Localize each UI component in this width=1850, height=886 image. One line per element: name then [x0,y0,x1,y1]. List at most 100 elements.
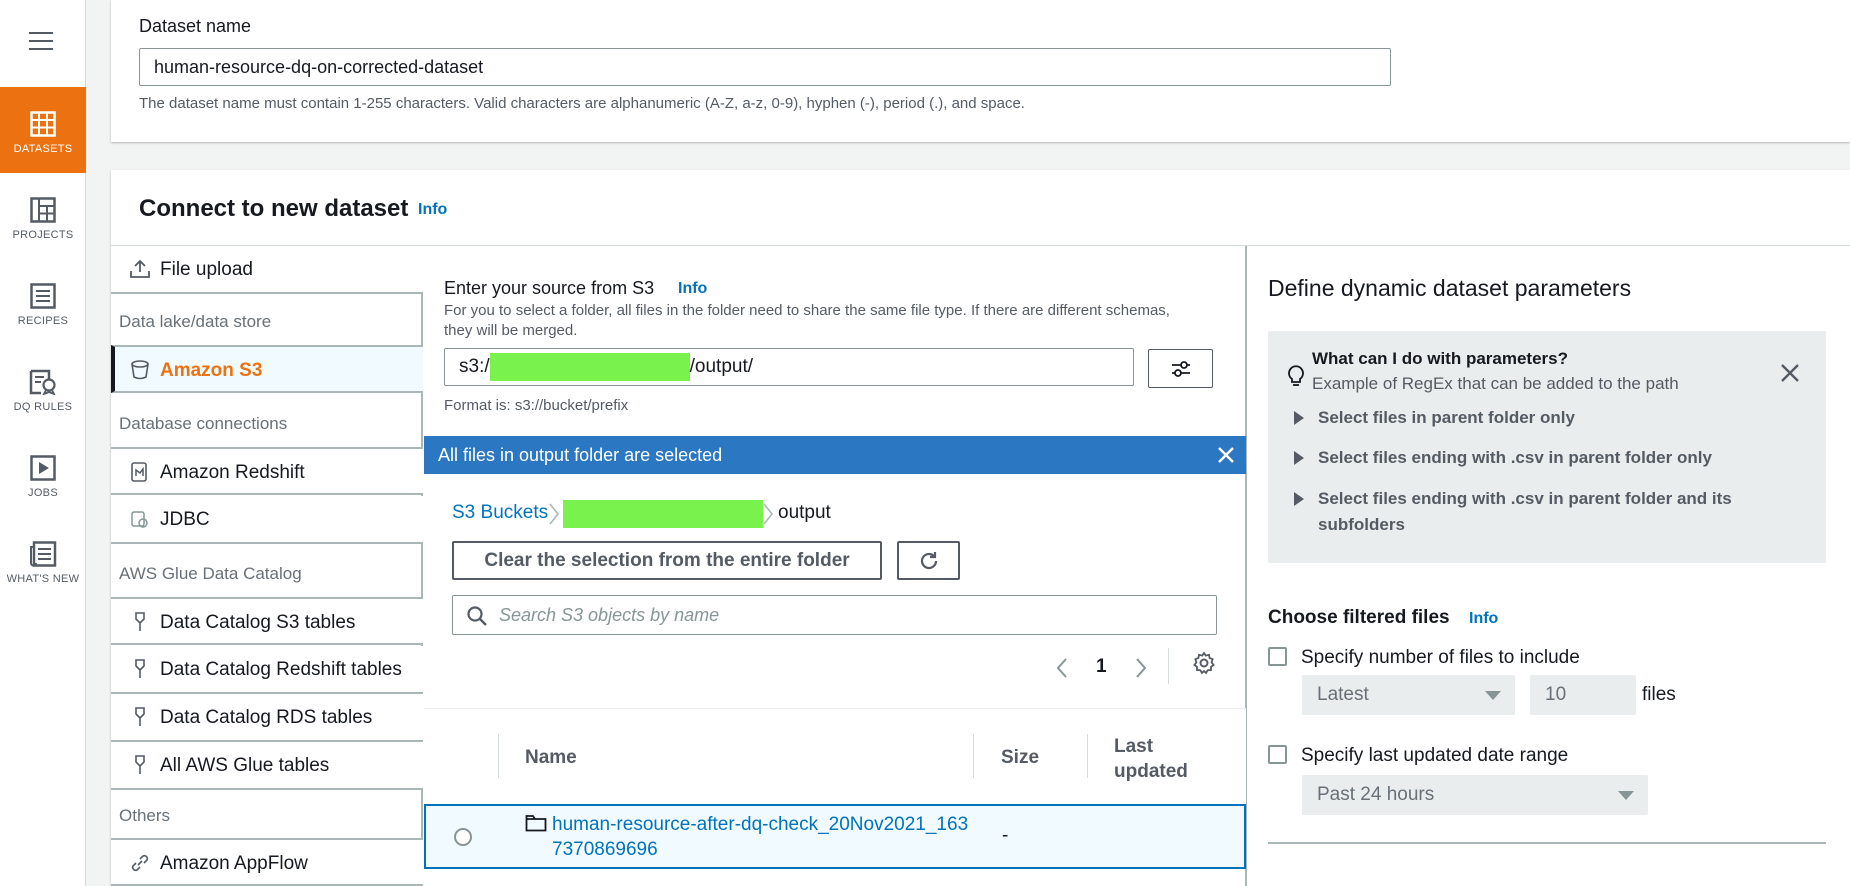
redacted-bucket-crumb [563,500,763,528]
nav-jobs[interactable]: JOBS [0,431,86,517]
chevron-left-icon[interactable] [1055,657,1069,679]
s3-search-box[interactable]: Search S3 objects by name [452,595,1217,635]
group-others: Others [119,806,171,825]
files-count-checkbox[interactable] [1268,647,1287,666]
sliders-icon [1172,361,1190,377]
params-title: Define dynamic dataset parameters [1268,275,1632,301]
s3-path-prefix: s3:/ [459,356,490,377]
row-radio[interactable] [454,828,472,846]
source-label: Amazon AppFlow [160,853,308,874]
left-nav-rail: DATASETS PROJECTS RECIPES DQ RULES JOBS … [0,0,86,886]
refresh-icon [920,552,938,570]
help-item-parent[interactable]: Select files in parent folder only [1318,405,1575,431]
jdbc-icon [131,511,148,528]
filtered-info-link[interactable]: Info [1469,610,1498,628]
nav-label: DQ RULES [13,401,73,413]
source-file-upload[interactable]: File upload [111,246,423,294]
connect-title: Connect to new dataset [139,195,409,222]
search-icon [467,606,487,626]
breadcrumb-s3-buckets[interactable]: S3 Buckets [452,502,548,524]
nav-whats-new[interactable]: WHAT'S NEW [0,517,86,603]
page-number[interactable]: 1 [1096,656,1107,678]
s3-path-input[interactable]: s3:/ /output/ [444,348,1134,386]
s3-info-link[interactable]: Info [678,280,707,298]
path-filter-button[interactable] [1148,349,1213,388]
column-separator [973,734,974,778]
breadcrumb-current: output [778,502,831,523]
chevron-right-icon [763,503,774,525]
help-subtitle: Example of RegEx that can be added to th… [1312,374,1679,393]
nav-datasets[interactable]: DATASETS [0,87,86,173]
source-catalog-redshift[interactable]: Data Catalog Redshift tables [111,646,423,694]
glue-icon [135,707,145,726]
group-data-lake: Data lake/data store [119,312,272,331]
gear-icon[interactable] [1192,651,1216,675]
source-jdbc[interactable]: JDBC [111,496,423,544]
source-label: Amazon S3 [160,360,263,381]
source-list: File upload Data lake/data store Amazon … [111,246,423,886]
nav-label: PROJECTS [12,229,74,241]
nav-label: JOBS [28,487,58,499]
project-board-icon [30,197,56,223]
connect-info-link[interactable]: Info [418,201,447,219]
menu-icon[interactable] [29,32,53,52]
help-item-csv-subfolders[interactable]: Select files ending with .csv in parent … [1318,486,1778,538]
files-count-input: 10 [1530,675,1636,715]
nav-projects[interactable]: PROJECTS [0,173,86,259]
source-label: Data Catalog RDS tables [160,707,373,728]
files-count-label: Specify number of files to include [1301,647,1580,668]
dq-rules-icon [29,369,56,395]
source-label: Data Catalog S3 tables [160,612,356,633]
folder-link[interactable]: human-resource-after-dq-check_20Nov2021_… [552,812,972,862]
dataset-name-hint: The dataset name must contain 1-255 char… [139,95,1025,112]
column-last-updated[interactable]: Last updated [1114,734,1224,784]
nav-label: DATASETS [13,143,73,155]
nav-dq-rules[interactable]: DQ RULES [0,345,86,431]
caret-right-icon[interactable] [1294,492,1304,506]
help-item-csv-parent[interactable]: Select files ending with .csv in parent … [1318,445,1712,471]
recipe-list-icon [30,283,56,309]
nav-label: WHAT'S NEW [6,573,80,585]
date-range-checkbox[interactable] [1268,745,1287,764]
s3-format-hint: Format is: s3://bucket/prefix [444,397,629,414]
date-range-select: Past 24 hours [1302,775,1648,815]
source-label: Amazon Redshift [160,462,305,483]
glue-icon [135,659,145,678]
banner-text: All files in output folder are selected [438,445,723,465]
glue-icon [135,612,145,631]
caret-right-icon[interactable] [1294,451,1304,465]
params-help-box: What can I do with parameters? Example o… [1268,331,1826,563]
dataset-name-input[interactable]: human-resource-dq-on-corrected-dataset [139,48,1391,86]
refresh-button[interactable] [897,541,960,580]
caret-right-icon[interactable] [1294,411,1304,425]
source-all-glue[interactable]: All AWS Glue tables [111,742,423,790]
clear-selection-button[interactable]: Clear the selection from the entire fold… [452,541,882,580]
close-icon[interactable] [1216,445,1236,465]
date-range-label: Specify last updated date range [1301,745,1569,766]
filtered-files-title: Choose filtered files [1268,607,1450,628]
source-catalog-rds[interactable]: Data Catalog RDS tables [111,694,423,742]
files-order-select: Latest [1302,675,1515,715]
close-icon[interactable] [1780,363,1800,383]
group-glue-catalog: AWS Glue Data Catalog [119,564,302,583]
column-separator [498,734,499,778]
redacted-bucket [489,352,690,381]
nav-recipes[interactable]: RECIPES [0,259,86,345]
source-label: JDBC [160,509,210,530]
column-size[interactable]: Size [1001,747,1039,769]
source-amazon-s3[interactable]: Amazon S3 [111,345,423,393]
dataset-name-label: Dataset name [139,16,252,36]
table-row[interactable]: human-resource-after-dq-check_20Nov2021_… [424,804,1246,869]
chevron-right-icon [549,503,560,525]
column-name[interactable]: Name [525,747,577,769]
bucket-icon [131,360,149,380]
search-placeholder: Search S3 objects by name [499,605,720,625]
source-appflow[interactable]: Amazon AppFlow [111,838,423,886]
selection-banner: All files in output folder are selected [424,436,1246,474]
caret-down-icon [1618,791,1634,800]
pager-divider [1168,648,1169,684]
redshift-icon [131,462,147,482]
source-catalog-s3[interactable]: Data Catalog S3 tables [111,597,423,645]
chevron-right-icon[interactable] [1134,657,1148,679]
source-amazon-redshift[interactable]: Amazon Redshift [111,447,423,495]
